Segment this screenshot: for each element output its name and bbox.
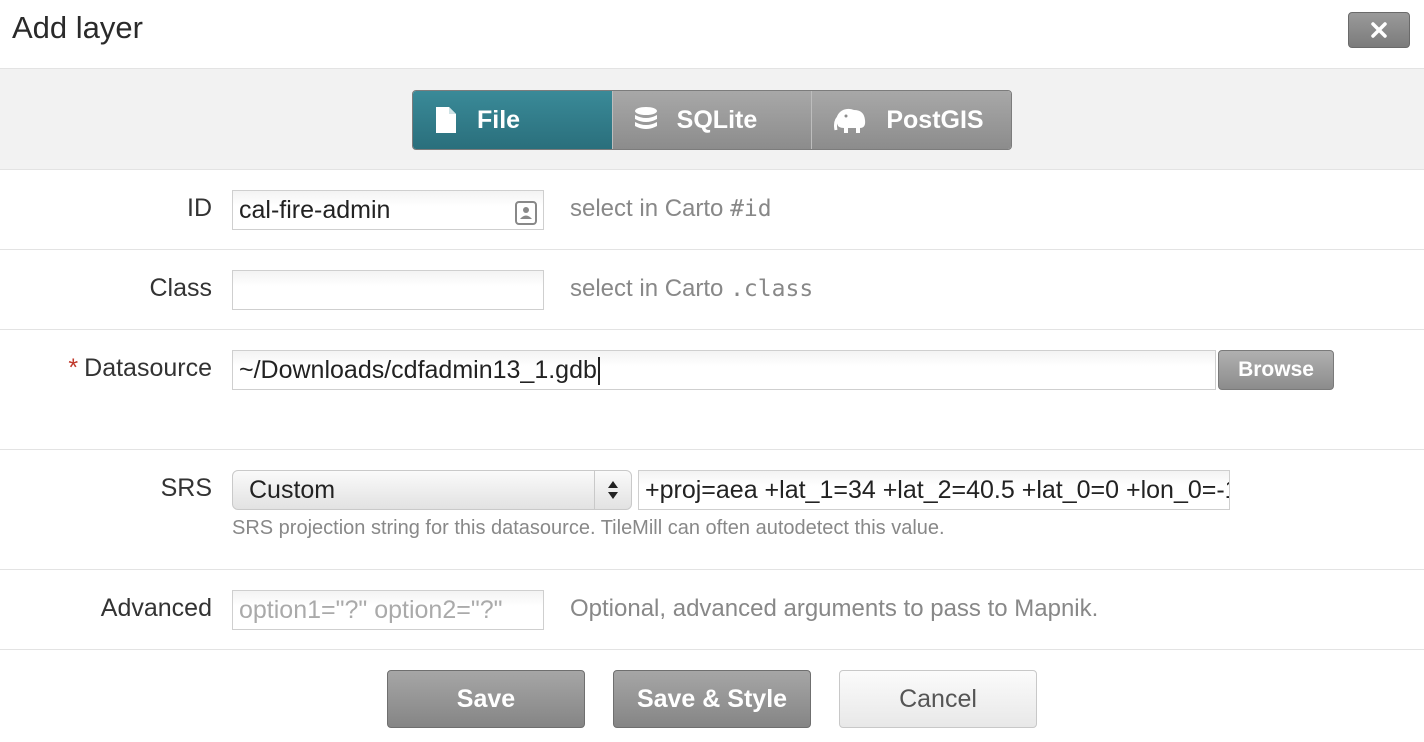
srs-label: SRS <box>160 474 212 502</box>
tab-postgis[interactable]: PostGIS <box>811 91 1011 149</box>
elephant-icon <box>832 105 868 135</box>
datasource-input[interactable]: ~/Downloads/cdfadmin13_1.gdb <box>232 350 1216 390</box>
text-cursor <box>597 357 600 386</box>
form-row-datasource: * Datasource ~/Downloads/cdfadmin13_1.gdb… <box>0 330 1424 450</box>
advanced-hint: Optional, advanced arguments to pass to … <box>570 595 1099 622</box>
class-hint: select in Carto .class <box>570 275 814 302</box>
id-label: ID <box>187 194 212 222</box>
tab-file[interactable]: File <box>413 91 612 149</box>
close-icon <box>1371 22 1387 38</box>
advanced-label: Advanced <box>100 594 212 622</box>
required-marker: * <box>68 354 79 382</box>
class-input[interactable] <box>232 270 544 310</box>
select-arrows-icon <box>594 471 631 509</box>
form-row-advanced: Advanced option1="?" option2="?" Optiona… <box>0 570 1424 650</box>
form-row-class: Class select in Carto .class <box>0 250 1424 330</box>
source-type-bar: File SQLite PostGIS <box>0 69 1424 170</box>
srs-select[interactable]: Custom <box>232 470 632 510</box>
cancel-button[interactable]: Cancel <box>839 670 1037 728</box>
form-row-srs: SRS Custom +proj=aea +lat_1=34 +lat_2=40… <box>0 450 1424 570</box>
dialog-title: Add layer <box>12 10 143 45</box>
srs-input[interactable]: +proj=aea +lat_1=34 +lat_2=40.5 +lat_0=0… <box>638 470 1230 510</box>
id-input[interactable]: cal-fire-admin <box>232 190 544 230</box>
dialog-header: Add layer <box>0 0 1424 69</box>
browse-button[interactable]: Browse <box>1218 350 1334 390</box>
id-hint: select in Carto #id <box>570 195 772 222</box>
srs-hint: SRS projection string for this datasourc… <box>232 517 945 539</box>
advanced-input[interactable]: option1="?" option2="?" <box>232 590 544 630</box>
tab-label: File <box>477 105 521 134</box>
tab-label: SQLite <box>676 105 758 134</box>
datasource-label: * Datasource <box>68 354 212 382</box>
database-icon <box>633 105 659 135</box>
dialog-footer: Save Save & Style Cancel <box>0 650 1424 742</box>
file-icon <box>433 105 459 135</box>
save-style-button[interactable]: Save & Style <box>613 670 811 728</box>
contact-card-icon <box>515 198 537 229</box>
save-button[interactable]: Save <box>387 670 585 728</box>
close-button[interactable] <box>1348 12 1410 48</box>
tab-label: PostGIS <box>886 105 984 134</box>
tab-sqlite[interactable]: SQLite <box>611 91 812 149</box>
form-row-id: ID cal-fire-admin select in Carto #id <box>0 170 1424 250</box>
source-type-tabs: File SQLite PostGIS <box>412 90 1012 150</box>
class-label: Class <box>149 274 212 302</box>
